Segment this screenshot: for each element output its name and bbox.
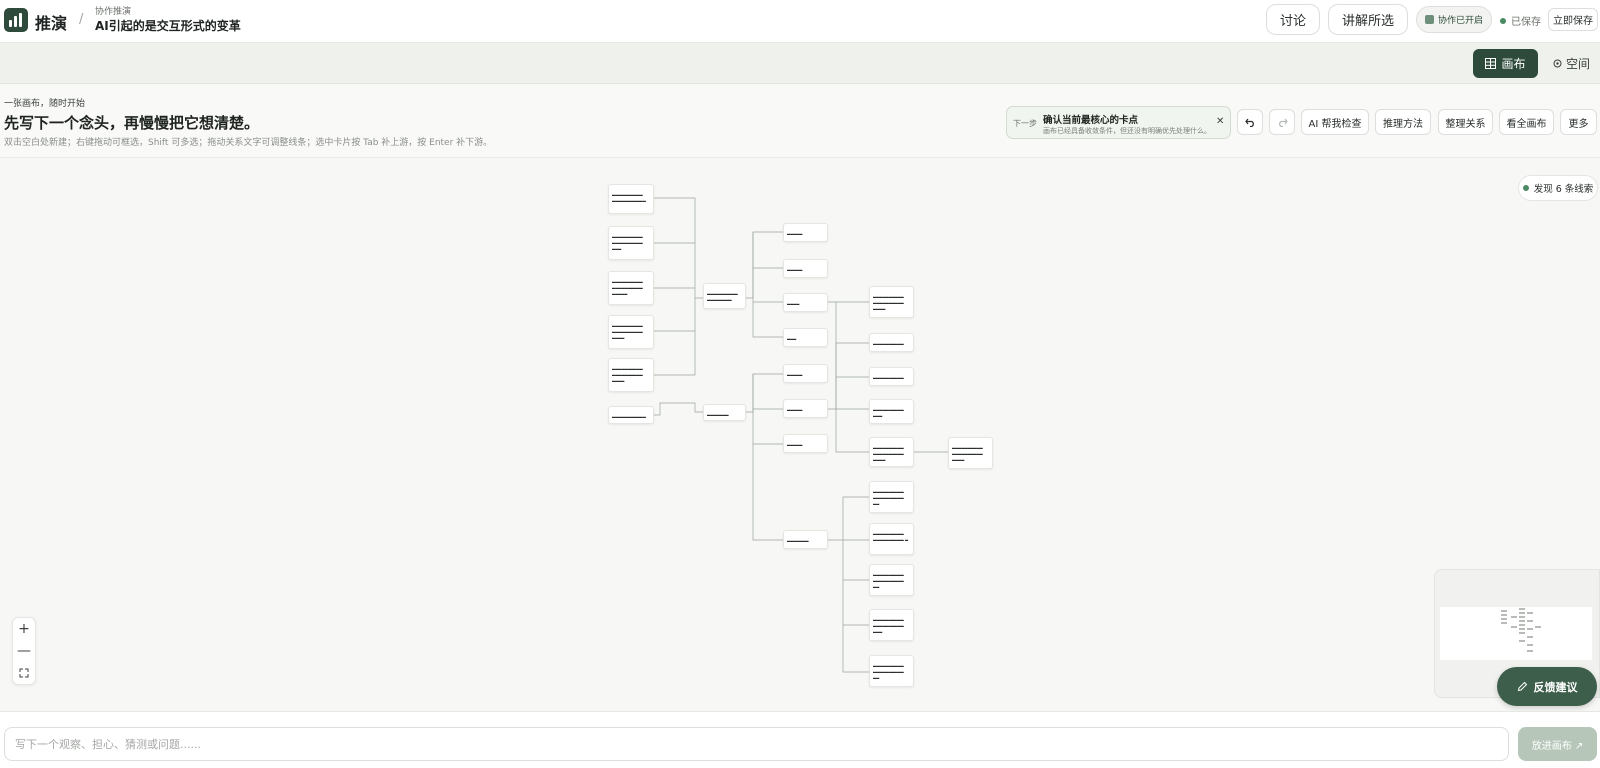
graph-card[interactable]: ▂▂▂▂▂▂▂▂▂▂▂ <box>608 406 654 424</box>
graph-card[interactable]: ▂▂▂▂▂▂▂▂▂▂ ▂▂▂▂▂▂▂▂▂▂ ▂▂▂▂ <box>869 286 914 318</box>
graph-card[interactable]: ▂▂▂▂▂▂▂▂▂▂ ▂▂▂▂▂▂▂▂▂▂ ▂▂▂▂ <box>948 437 993 469</box>
fit-icon[interactable] <box>13 662 35 684</box>
zoom-in-icon[interactable]: + <box>13 618 35 640</box>
graph-card[interactable]: ▂▂▂▂▂▂▂▂▂▂ <box>869 367 914 386</box>
graph-card[interactable]: ▂▂▂▂▂ <box>783 364 828 383</box>
graph-card[interactable]: ▂▂▂▂▂▂▂▂▂▂ ▂▂▂▂▂▂▂▂▂▂ ▂▂▂▂ <box>608 358 654 392</box>
graph-card[interactable]: ▂▂▂▂▂▂▂▂▂▂ ▂▂▂▂▂▂▂▂▂▂ ▂▂▂ <box>869 609 914 641</box>
graph-card[interactable]: ▂▂▂▂▂▂▂▂▂▂ ▂▂▂▂▂▂▂▂ <box>703 283 746 309</box>
graph-card[interactable]: ▂▂▂▂▂▂▂▂▂▂ ▂▂▂▂▂▂▂▂▂▂▂ <box>608 184 654 214</box>
graph-card[interactable]: ▂▂▂▂▂▂▂▂▂▂ ▂▂▂▂▂▂▂▂▂▂ ▂▂ <box>869 564 914 596</box>
feedback-button[interactable]: 反馈建议 <box>1497 667 1597 706</box>
graph-card[interactable]: ▂▂▂▂▂▂▂▂▂▂ ▂▂▂▂▂▂▂▂▂▂ ▂▂▂ <box>608 226 654 260</box>
graph-card[interactable]: ▂▂▂▂▂ <box>783 223 828 242</box>
graph-card[interactable]: ▂▂▂▂▂ <box>783 399 828 418</box>
zoom-out-icon[interactable]: — <box>13 640 35 662</box>
minimap-viewport[interactable] <box>1440 607 1592 660</box>
feedback-label: 反馈建议 <box>1533 680 1578 694</box>
graph-card[interactable]: ▂▂▂▂▂▂▂▂▂▂ ▂▂▂▂▂▂▂▂▂▂ ▂▂▂▂ <box>869 437 914 467</box>
send-button[interactable]: 放进画布 ↗ <box>1518 727 1597 761</box>
graph-card[interactable]: ▂▂▂▂▂ <box>783 434 828 453</box>
graph-card[interactable]: ▂▂▂▂▂▂▂▂▂▂ ▂▂▂▂▂▂▂▂▂▂ ▂▂▂▂▂ <box>608 271 654 305</box>
graph-card[interactable]: ▂▂▂▂▂▂▂▂▂▂ ▂▂▂ <box>869 399 914 424</box>
zoom-controls: + — <box>12 617 36 685</box>
pencil-icon <box>1517 681 1527 692</box>
graph-card[interactable]: ▂▂▂▂▂▂▂▂▂▂ <box>869 333 914 352</box>
graph-card[interactable]: ▂▂▂▂▂▂▂▂▂▂ ▂▂▂▂▂▂▂▂▂▂ ▂▂▂▂ <box>608 315 654 349</box>
graph-card[interactable]: ▂▂▂▂▂▂▂▂▂▂ ▂▂▂▂▂▂▂▂▂▂ ▂▂ <box>869 481 914 513</box>
graph-card[interactable]: ▂▂▂▂▂▂▂▂▂▂ ▂▂▂▂▂▂▂▂▂▂ ▂▂ <box>869 655 914 687</box>
graph-card[interactable]: ▂▂▂▂▂▂▂▂▂▂ ▂▂▂▂▂▂▂▂▂▂ ▂ <box>869 523 914 555</box>
graph-card[interactable]: ▂▂▂▂▂ <box>783 259 828 278</box>
graph-card[interactable]: ▂▂▂▂▂▂▂ <box>783 530 828 549</box>
graph-card[interactable]: ▂▂▂ <box>783 328 828 347</box>
graph-card[interactable]: ▂▂▂▂ <box>783 293 828 312</box>
graph-card[interactable]: ▂▂▂▂▂▂▂ <box>703 404 746 421</box>
composer-input[interactable] <box>4 727 1509 761</box>
